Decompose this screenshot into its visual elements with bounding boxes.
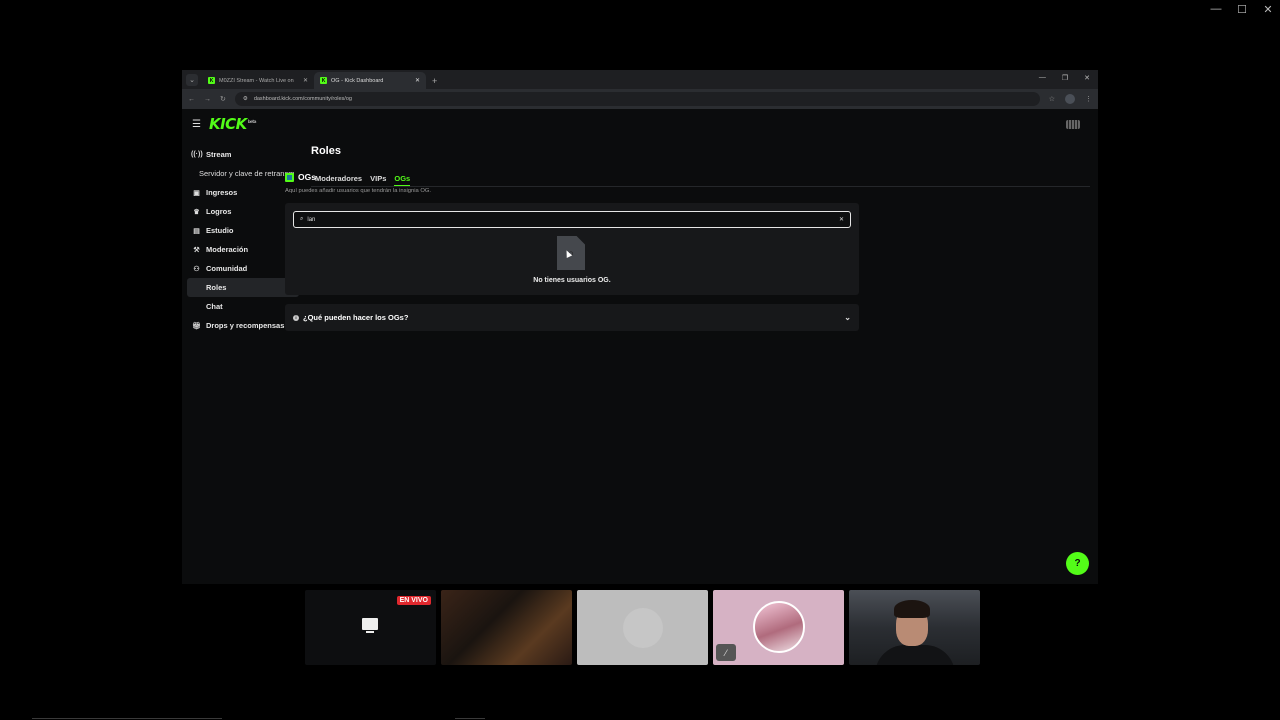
wallet-icon: ▣ — [193, 189, 200, 197]
empty-state-text: No tienes usuarios OG. — [533, 277, 611, 284]
participant-tile-placeholder[interactable] — [577, 590, 708, 665]
sidebar-item-stream-key[interactable]: Servidor y clave de retransm — [187, 164, 299, 183]
support-chat-button[interactable]: ? — [1066, 552, 1089, 575]
back-icon[interactable]: ← — [188, 96, 195, 103]
browser-window: ⌄ K M0ZZI Stream - Watch Live on ✕ K OG … — [182, 70, 1098, 584]
browser-tab-dashboard[interactable]: K OG - Kick Dashboard ✕ — [314, 72, 426, 89]
tab-strip: ⌄ K M0ZZI Stream - Watch Live on ✕ K OG … — [182, 70, 1098, 89]
hammer-icon: ⚒ — [193, 246, 200, 254]
og-section-description: Aquí puedes añadir usuarios que tendrán … — [285, 188, 431, 194]
profile-icon[interactable] — [1065, 94, 1075, 104]
browser-tab-stream[interactable]: K M0ZZI Stream - Watch Live on ✕ — [202, 72, 314, 89]
browser-menu-icon[interactable]: ⋮ — [1085, 95, 1092, 103]
participant-tile-avatar[interactable]: ⁄ — [713, 590, 844, 665]
hamburger-menu-icon[interactable]: ☰ — [192, 119, 201, 130]
url-field[interactable]: ⚙ dashboard.kick.com/community/roles/og — [234, 92, 1040, 106]
info-icon: i — [293, 314, 299, 321]
new-tab-button[interactable]: + — [432, 76, 437, 86]
site-info-icon[interactable]: ⚙ — [243, 96, 248, 102]
person-hair — [894, 600, 930, 618]
sidebar-item-roles[interactable]: Roles — [187, 278, 299, 297]
sidebar-item-label: Estudio — [206, 226, 234, 235]
url-text: dashboard.kick.com/community/roles/og — [253, 96, 352, 102]
faq-question: ¿Qué pueden hacer los OGs? — [303, 313, 409, 322]
sidebar: ((·)) Stream Servidor y clave de retrans… — [187, 145, 299, 335]
sidebar-item-label: Servidor y clave de retransm — [199, 169, 295, 178]
tab-search-chevron-icon[interactable]: ⌄ — [186, 74, 198, 86]
bookmark-star-icon[interactable]: ☆ — [1049, 95, 1055, 103]
avatar — [623, 608, 663, 648]
participant-tile-camera[interactable] — [849, 590, 980, 665]
og-section-header: OGs — [285, 172, 859, 182]
outer-window-controls: — ☐ ✕ — [1210, 3, 1274, 16]
search-value: lan — [307, 216, 316, 223]
sidebar-item-label: Roles — [206, 283, 227, 292]
chevron-down-icon: ⌄ — [844, 313, 851, 322]
sidebar-item-estudio[interactable]: ▤ Estudio ⌄ — [187, 221, 299, 240]
user-avatar[interactable] — [1066, 120, 1080, 129]
sidebar-item-label: Drops y recompensas — [206, 321, 285, 330]
studio-icon: ▤ — [193, 227, 200, 235]
browser-minimize-button[interactable]: — — [1039, 74, 1046, 82]
sidebar-item-logros[interactable]: ♛ Logros — [187, 202, 299, 221]
sidebar-item-comunidad[interactable]: ⚇ Comunidad ⌃ — [187, 259, 299, 278]
reload-icon[interactable]: ↻ — [220, 95, 226, 103]
screen-share-stand — [366, 631, 374, 633]
search-icon: ⌕ — [300, 216, 304, 222]
sidebar-item-label: Logros — [206, 207, 232, 216]
sidebar-item-label: Moderación — [206, 245, 249, 254]
sidebar-item-label: Chat — [206, 302, 223, 311]
og-section: OGs Aquí puedes añadir usuarios que tend… — [285, 172, 859, 331]
sidebar-item-stream[interactable]: ((·)) Stream — [187, 145, 299, 164]
browser-close-button[interactable]: ✕ — [1084, 74, 1090, 82]
people-icon: ⚇ — [193, 265, 200, 273]
dashboard-page: ☰ KICKbeta ((·)) Stream Servidor y clave… — [182, 109, 1098, 584]
sidebar-item-ingresos[interactable]: ▣ Ingresos — [187, 183, 299, 202]
og-section-title: OGs — [298, 172, 316, 182]
call-participants-strip: EN VIVO ⁄ — [305, 590, 980, 665]
screen-share-icon — [362, 618, 378, 630]
sidebar-item-label: Stream — [206, 150, 232, 159]
participant-tile-video[interactable] — [441, 590, 572, 665]
kick-logo[interactable]: KICKbeta — [209, 115, 257, 133]
og-search-input[interactable]: ⌕ lan ✕ — [293, 211, 851, 228]
address-bar: ← → ↻ ⚙ dashboard.kick.com/community/rol… — [182, 89, 1098, 109]
outer-close-button[interactable]: ✕ — [1262, 3, 1274, 16]
page-title: Roles — [311, 145, 341, 157]
og-users-card: ⌕ lan ✕ ⌕ No tienes usuarios OG. — [285, 203, 859, 295]
live-badge: EN VIVO — [396, 596, 431, 605]
browser-restore-button[interactable]: ❐ — [1062, 74, 1068, 82]
avatar — [753, 601, 805, 653]
outer-minimize-button[interactable]: — — [1210, 3, 1222, 16]
person-body — [875, 645, 955, 665]
sidebar-item-label: Comunidad — [206, 264, 248, 273]
taskbar-edge — [32, 718, 222, 719]
tab-close-icon[interactable]: ✕ — [415, 77, 420, 84]
og-badge-icon — [285, 172, 294, 182]
trophy-icon: ♛ — [193, 208, 200, 216]
sidebar-item-drops[interactable]: 🎁︎ Drops y recompensas — [187, 316, 299, 335]
top-navbar: ☰ KICKbeta — [182, 109, 1098, 139]
tab-close-icon[interactable]: ✕ — [303, 77, 308, 84]
muted-mic-icon: ⁄ — [716, 644, 736, 661]
participant-tile-screen-share[interactable]: EN VIVO — [305, 590, 436, 665]
taskbar-edge — [455, 718, 485, 719]
kick-favicon-icon: K — [320, 77, 327, 84]
sidebar-item-moderacion[interactable]: ⚒ Moderación — [187, 240, 299, 259]
tab-title: M0ZZI Stream - Watch Live on — [219, 77, 294, 84]
browser-window-controls: — ❐ ✕ — [1039, 74, 1090, 82]
og-faq-accordion[interactable]: i ¿Qué pueden hacer los OGs? ⌄ — [285, 304, 859, 331]
outer-maximize-button[interactable]: ☐ — [1236, 3, 1248, 16]
kick-favicon-icon: K — [208, 77, 215, 84]
forward-icon[interactable]: → — [204, 96, 211, 103]
sidebar-item-chat[interactable]: Chat — [187, 297, 299, 316]
clear-search-icon[interactable]: ✕ — [839, 216, 844, 223]
tab-title: OG - Kick Dashboard — [331, 77, 384, 84]
broadcast-icon: ((·)) — [191, 151, 203, 158]
sidebar-item-label: Ingresos — [206, 188, 238, 197]
gift-icon: 🎁︎ — [192, 322, 201, 330]
